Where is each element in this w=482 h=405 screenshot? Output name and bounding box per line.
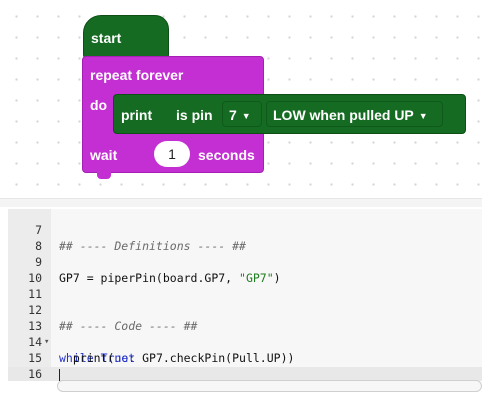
wait-seconds-input[interactable]: 1 bbox=[154, 141, 190, 167]
pin-dropdown[interactable]: 7 ▼ bbox=[222, 101, 262, 127]
do-label: do bbox=[90, 97, 108, 113]
code-line[interactable]: 16 time.sleep(1) bbox=[8, 350, 42, 381]
print-label: print bbox=[121, 107, 153, 123]
fold-arrow-icon[interactable]: ▾ bbox=[44, 334, 52, 350]
pin-mode-dropdown[interactable]: LOW when pulled UP ▼ bbox=[266, 101, 443, 127]
text-cursor bbox=[59, 369, 60, 381]
panel-divider[interactable] bbox=[0, 198, 482, 207]
wait-label: wait bbox=[90, 147, 118, 163]
code-line[interactable]: 13 ▾ while True: bbox=[8, 302, 135, 365]
active-line-highlight bbox=[8, 367, 482, 381]
code-editor[interactable]: 7 ## ---- Definitions ---- ## 8 9 GP7 = … bbox=[8, 209, 482, 381]
code-text: ## ---- Definitions ---- ## bbox=[59, 239, 246, 253]
code-text: ## ---- Code ---- ## bbox=[59, 319, 198, 333]
print-is-pin-block[interactable]: print is pin 7 ▼ LOW when pulled UP ▼ bbox=[113, 94, 466, 134]
pin-mode-dropdown-value: LOW when pulled UP bbox=[273, 107, 414, 123]
repeat-block-connector bbox=[97, 172, 111, 179]
code-line[interactable]: 14 print(not GP7.checkPin(Pull.UP)) bbox=[8, 318, 294, 365]
chevron-down-icon: ▼ bbox=[418, 111, 428, 121]
horizontal-scrollbar[interactable] bbox=[57, 380, 482, 392]
code-line[interactable]: 11 bbox=[8, 270, 42, 301]
start-block[interactable]: start bbox=[83, 15, 169, 64]
pin-dropdown-value: 7 bbox=[229, 107, 237, 123]
is-pin-label: is pin bbox=[176, 107, 213, 123]
code-line[interactable]: 15 bbox=[8, 334, 42, 365]
code-line[interactable]: 9 GP7 = piperPin(board.GP7, "GP7") bbox=[8, 238, 281, 285]
code-line[interactable]: 17 bbox=[8, 366, 36, 381]
chevron-down-icon: ▼ bbox=[241, 111, 251, 121]
code-line[interactable]: 8 bbox=[8, 222, 42, 253]
code-line[interactable]: 10 bbox=[8, 254, 42, 285]
code-text: GP7 = piperPin(board.GP7, "GP7") bbox=[59, 271, 281, 285]
code-text: print(not GP7.checkPin(Pull.UP)) bbox=[59, 351, 295, 365]
code-line[interactable]: 7 ## ---- Definitions ---- ## bbox=[8, 209, 246, 253]
repeat-forever-label: repeat forever bbox=[90, 67, 184, 83]
code-line[interactable]: 12 ## ---- Code ---- ## bbox=[8, 286, 197, 333]
seconds-label: seconds bbox=[198, 147, 255, 163]
start-block-label: start bbox=[91, 30, 122, 46]
